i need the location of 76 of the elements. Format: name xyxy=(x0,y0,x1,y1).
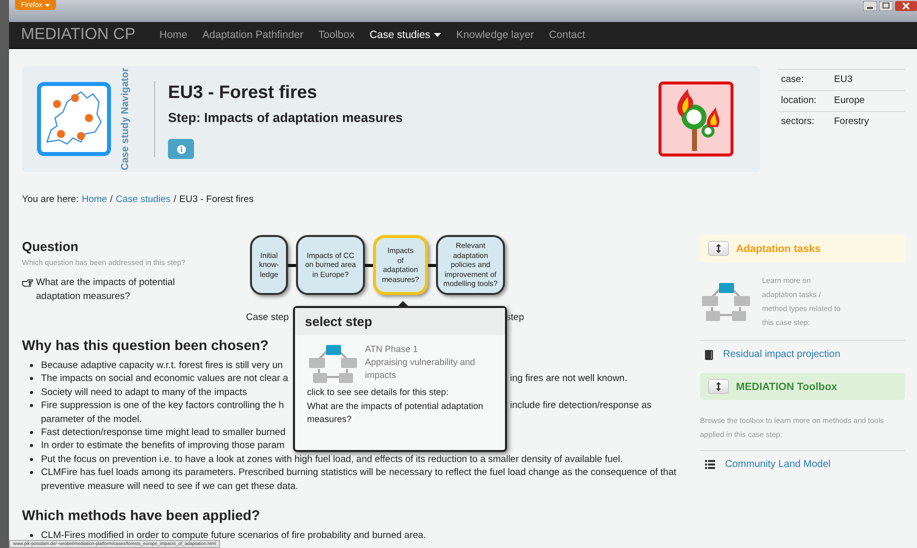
nav-link[interactable]: Home xyxy=(159,29,188,41)
section-heading: Why has this question been chosen? xyxy=(22,337,269,353)
list-text: ing fires are not well known. xyxy=(510,372,628,386)
popover-question: What are the impacts of potential adaptation measures? xyxy=(307,400,484,426)
list-text: The impacts on social and economic values are not clear a xyxy=(41,373,288,384)
list-text: In order to estimate the benefits of improving those param xyxy=(41,440,284,452)
toggle-button[interactable] xyxy=(708,241,729,256)
panel-title: MEDIATION Toolbox xyxy=(736,380,838,392)
section-heading: Question xyxy=(22,239,80,254)
method-link[interactable]: Residual impact projection xyxy=(723,349,840,360)
breadcrumb-label: You are here: xyxy=(22,194,79,205)
maximize-icon[interactable] xyxy=(879,1,893,11)
close-icon[interactable] xyxy=(895,1,917,11)
nav-link[interactable]: Adaptation Pathfinder xyxy=(202,29,304,41)
nav-link[interactable]: Case studies xyxy=(370,29,442,41)
list-text: Put the focus on prevention i.e. to have a look at zones with high fuel load, and effects of its reduction to a smaller density of available fuel. xyxy=(41,454,623,465)
popover-title: select step xyxy=(295,308,505,335)
caret-icon xyxy=(45,4,50,6)
step-title: Step: Impacts of adaptation measures xyxy=(168,110,404,125)
vertical-arrows-icon xyxy=(716,244,721,253)
panel-title: Adaptation tasks xyxy=(736,242,821,254)
nav-link[interactable]: Knowledge layer xyxy=(456,29,534,41)
bullet-icon xyxy=(30,364,33,367)
toggle-button[interactable] xyxy=(708,379,729,394)
bullet-icon xyxy=(30,458,33,461)
breadcrumb-link[interactable]: Home xyxy=(82,194,108,205)
tool-link[interactable]: Community Land Model xyxy=(725,459,831,470)
caret-icon xyxy=(434,33,442,37)
bullet-icon xyxy=(30,431,33,434)
book-icon xyxy=(705,350,713,360)
info-label: location: xyxy=(781,95,818,106)
info-button[interactable] xyxy=(168,139,194,159)
list-text: Because adaptive capacity w.r.t. forest fires is still very un xyxy=(41,360,283,371)
list-text: Society will need to adapt to many of the impacts xyxy=(41,386,247,398)
breadcrumb-separator: / xyxy=(174,194,176,205)
info-value: EU3 xyxy=(834,74,852,85)
info-label: case: xyxy=(781,74,805,85)
list-text: parameter of the model. xyxy=(41,412,142,426)
nav-link[interactable]: Contact xyxy=(548,29,586,41)
phase-name: ATN Phase 1 xyxy=(365,343,419,356)
nav-link[interactable]: Toolbox xyxy=(318,29,355,41)
info-value: Europe xyxy=(834,95,865,106)
question-text: What are the impacts of potential adaptation measures? xyxy=(36,276,176,304)
network-diagram-icon xyxy=(307,343,359,385)
list-icon xyxy=(705,460,715,469)
list-text: CLMFire has fuel loads among its parameters. Prescribed burning statistics will be necessary to reflect the fuel load change as the consequence of that preventive measure will need to see if we can get these data. xyxy=(41,467,676,492)
phase-description: Appraising vulnerability and impacts xyxy=(365,356,476,382)
breadcrumb-link[interactable]: Case studies xyxy=(116,194,171,205)
burning-tree-icon xyxy=(658,81,734,157)
bullet-icon xyxy=(30,471,33,474)
bullet-icon xyxy=(30,444,33,448)
info-icon xyxy=(176,144,186,154)
bullet-icon xyxy=(30,404,33,408)
list-text: CLM-Fires modified in order to compute future scenarios of fire probability and burned area. xyxy=(41,530,426,542)
list-text: Fast detection/response time might lead to smaller burned xyxy=(41,427,286,438)
breadcrumb-separator: / xyxy=(110,194,113,205)
site-brand[interactable]: MEDIATION CP xyxy=(21,26,136,44)
bullet-icon xyxy=(30,390,33,394)
list-text: Fire suppression is one of the key factors controlling the h xyxy=(41,400,284,412)
list-text: include fire detection/response as xyxy=(510,399,652,413)
bullet-icon xyxy=(30,377,33,380)
section-heading: Which methods have been applied? xyxy=(22,507,260,524)
network-diagram-icon xyxy=(700,281,752,323)
bullet-icon xyxy=(30,534,33,538)
breadcrumb-current: EU3 - Forest fires xyxy=(179,194,254,205)
minimize-icon[interactable] xyxy=(863,1,877,11)
flow-caption: Case step xyxy=(246,312,289,323)
info-value: Forestry xyxy=(834,116,869,127)
case-title: EU3 - Forest fires xyxy=(168,82,318,103)
flow-caption: step xyxy=(506,312,524,323)
pointing-hand-icon xyxy=(22,279,33,287)
vertical-arrows-icon xyxy=(716,382,721,391)
popover-instruction: click to see see details for this step: xyxy=(307,386,450,399)
info-label: sectors: xyxy=(781,116,816,127)
map-pins-icon[interactable] xyxy=(37,82,111,156)
navigator-label: Case study Navigator xyxy=(120,68,132,170)
